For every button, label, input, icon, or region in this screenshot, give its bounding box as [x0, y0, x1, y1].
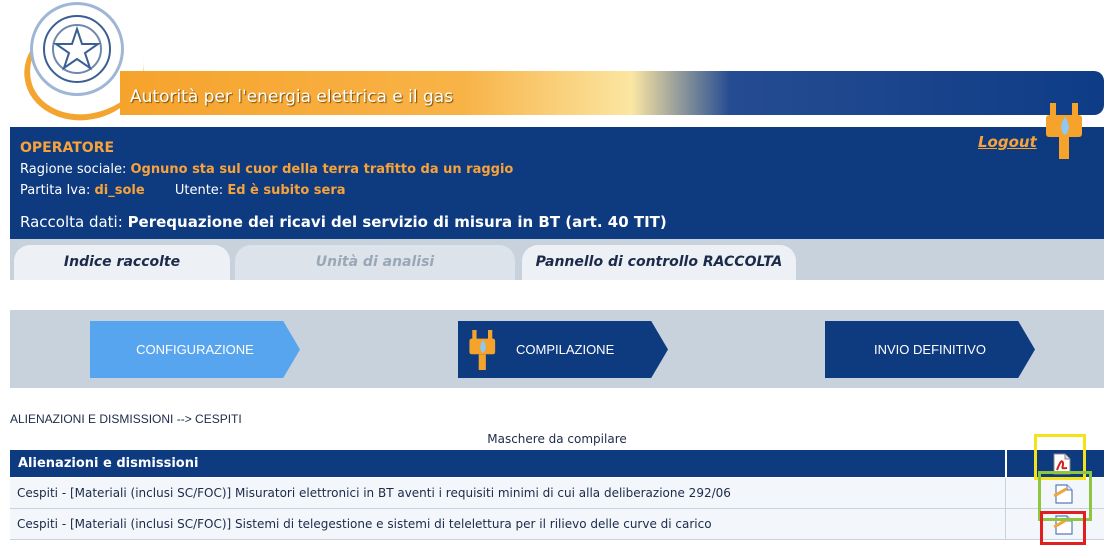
- plug-icon: [1044, 103, 1086, 163]
- plug-icon: [468, 329, 498, 378]
- tab-unita-analisi[interactable]: Unità di analisi: [235, 245, 515, 280]
- operator-heading: OPERATORE: [20, 140, 115, 156]
- piva-label: Partita Iva:: [20, 183, 91, 198]
- logout-link[interactable]: Logout: [978, 133, 1037, 151]
- ragione-value: Ognuno sta sul cuor della terra trafitto…: [130, 162, 514, 177]
- step-invio-definitivo[interactable]: INVIO DEFINITIVO: [825, 321, 1035, 378]
- tab-bar: Indice raccolte Unità di analisi Pannell…: [10, 239, 1104, 280]
- ragione-label: Ragione sociale:: [20, 162, 127, 177]
- column-divider: [1005, 509, 1006, 539]
- column-divider: [1005, 450, 1007, 477]
- breadcrumb: ALIENAZIONI E DISMISSIONI --> CESPITI: [10, 412, 242, 426]
- piva-line: Partita Iva: di_sole Utente: Ed è subito…: [20, 183, 346, 198]
- table-row[interactable]: Cespiti - [Materiali (inclusi SC/FOC)] M…: [10, 478, 1104, 509]
- step-configurazione[interactable]: CONFIGURAZIONE: [90, 321, 300, 378]
- step-compilazione-label: COMPILAZIONE: [516, 342, 615, 357]
- table-header: Alienazioni e dismissioni: [10, 450, 1104, 477]
- raccolta-value: Perequazione dei ricavi del servizio di …: [127, 213, 667, 231]
- raccolta-line: Raccolta dati: Perequazione dei ricavi d…: [20, 213, 667, 231]
- table-header-label: Alienazioni e dismissioni: [18, 456, 199, 471]
- authority-title: Autorità per l'energia elettrica e il ga…: [130, 87, 454, 107]
- republic-emblem-icon: [30, 2, 124, 96]
- ragione-sociale-line: Ragione sociale: Ognuno sta sul cuor del…: [20, 162, 513, 177]
- row-label: Cespiti - [Materiali (inclusi SC/FOC)] S…: [17, 517, 712, 531]
- tab-indice-raccolte[interactable]: Indice raccolte: [14, 245, 230, 280]
- operator-panel: OPERATORE Ragione sociale: Ognuno sta su…: [10, 127, 1104, 239]
- workflow-steps: CONFIGURAZIONE COMPILAZIONE INVIO DEFINI…: [10, 310, 1104, 388]
- raccolta-label: Raccolta dati:: [20, 213, 123, 231]
- utente-label: Utente:: [174, 183, 224, 198]
- table-row[interactable]: Cespiti - [Materiali (inclusi SC/FOC)] S…: [10, 509, 1104, 540]
- step-compilazione[interactable]: COMPILAZIONE: [458, 321, 668, 378]
- tab-pannello-controllo[interactable]: Pannello di controllo RACCOLTA: [522, 245, 796, 280]
- header-banner: Autorità per l'energia elettrica e il ga…: [120, 71, 1104, 115]
- column-divider: [1005, 478, 1006, 508]
- row-label: Cespiti - [Materiali (inclusi SC/FOC)] M…: [17, 486, 731, 500]
- piva-value: di_sole: [94, 183, 145, 198]
- utente-value: Ed è subito sera: [227, 183, 346, 198]
- section-subtitle: Maschere da compilare: [487, 432, 627, 446]
